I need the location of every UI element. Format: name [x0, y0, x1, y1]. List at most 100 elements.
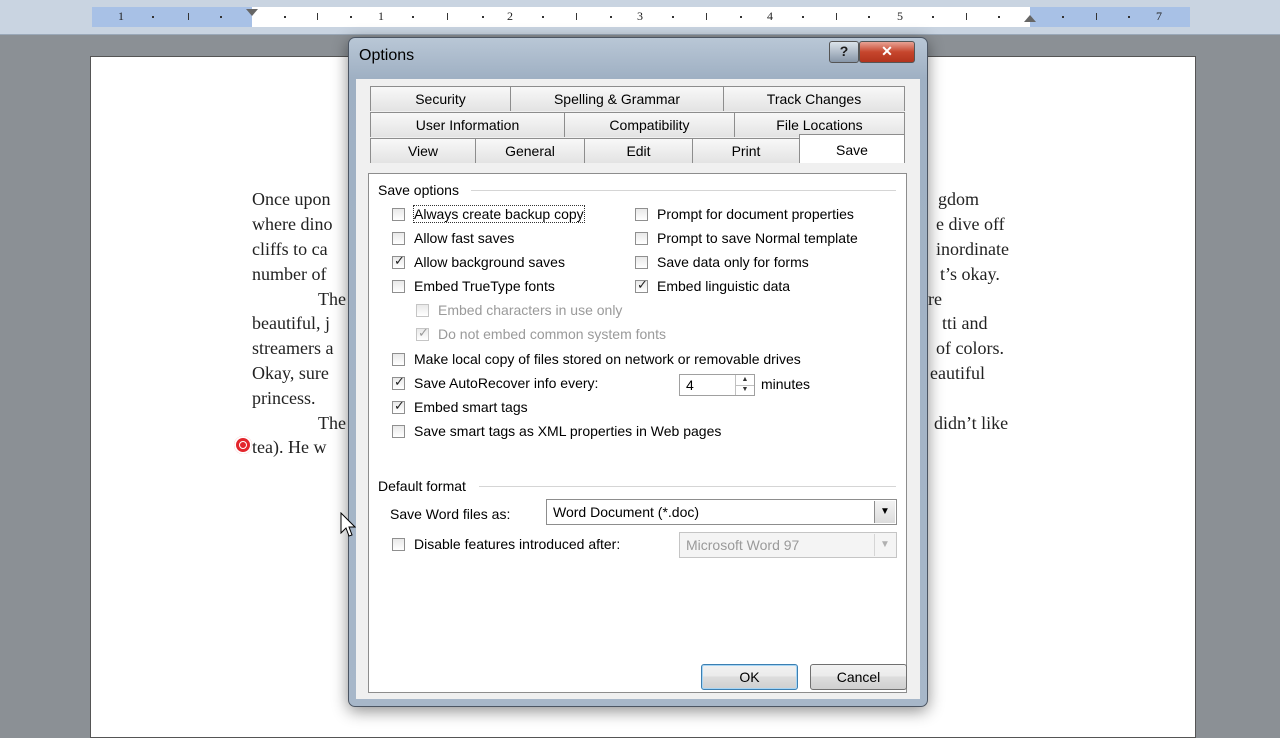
tab-compatibility[interactable]: Compatibility [564, 112, 735, 137]
checkbox-disable-features[interactable]: Disable features introduced after: [392, 536, 652, 556]
tab-security[interactable]: Security [370, 86, 511, 111]
checkbox-box[interactable] [635, 208, 648, 221]
tab-save[interactable]: Save [799, 134, 905, 163]
checkbox-label: Prompt for document properties [657, 206, 854, 222]
checkbox-label: Embed linguistic data [657, 278, 791, 294]
options-dialog: Options ? ✕ Security Spelling & Grammar … [348, 37, 928, 707]
checkbox-allow-background-saves[interactable]: Allow background saves [392, 254, 632, 274]
doc-text-line: gdom [938, 189, 980, 209]
checkbox-prompt-doc-properties[interactable]: Prompt for document properties [635, 206, 895, 226]
checkbox-box[interactable] [392, 280, 405, 293]
minutes-label: minutes [761, 376, 811, 392]
ruler-number: 4 [767, 9, 773, 23]
doc-text-line: tti and [942, 313, 988, 333]
doc-text-line: princess. [252, 388, 316, 408]
dialog-title: Options [359, 47, 415, 64]
checkbox-embed-smart-tags[interactable]: Embed smart tags [392, 399, 652, 419]
checkbox-label: Make local copy of files stored on netwo… [414, 351, 801, 367]
first-line-indent-marker[interactable] [246, 9, 258, 16]
checkbox-prompt-normal-template[interactable]: Prompt to save Normal template [635, 230, 895, 250]
doc-text-line: Once upon [252, 189, 331, 209]
ruler-track[interactable]: 1 1 2 3 4 5 7 [92, 7, 1190, 27]
doc-text-line: The [318, 413, 346, 433]
checkbox-box[interactable] [392, 208, 405, 221]
doc-text-line: beautiful, j [252, 313, 330, 333]
spinner-down-icon[interactable]: ▼ [736, 385, 754, 395]
checkbox-box[interactable] [392, 375, 405, 390]
checkbox-box[interactable] [392, 425, 405, 438]
tab-spelling-grammar[interactable]: Spelling & Grammar [510, 86, 724, 111]
checkbox-box[interactable] [392, 254, 405, 269]
checkbox-label: Allow fast saves [414, 230, 515, 246]
checkbox-label: Always create backup copy [413, 205, 585, 223]
ok-button[interactable]: OK [701, 664, 798, 690]
checkbox-local-copy[interactable]: Make local copy of files stored on netwo… [392, 351, 872, 371]
dialog-client-area: Security Spelling & Grammar Track Change… [356, 79, 920, 699]
checkbox-label: Save smart tags as XML properties in Web… [414, 423, 722, 439]
chevron-down-icon[interactable]: ▼ [874, 534, 895, 556]
ruler-number: 2 [507, 9, 513, 23]
chevron-down-icon[interactable]: ▼ [874, 501, 895, 523]
tab-print[interactable]: Print [692, 138, 800, 163]
checkbox-no-embed-system-fonts[interactable]: Do not embed common system fonts [416, 326, 696, 346]
tab-user-information[interactable]: User Information [370, 112, 565, 137]
tab-edit[interactable]: Edit [584, 138, 693, 163]
checkbox-label: Save AutoRecover info every: [414, 375, 599, 391]
checkbox-autorecover[interactable]: Save AutoRecover info every: [392, 375, 652, 395]
checkbox-always-backup[interactable]: Always create backup copy [392, 205, 632, 226]
checkbox-label: Disable features introduced after: [414, 536, 621, 552]
select-value: Microsoft Word 97 [686, 537, 800, 553]
checkbox-embed-linguistic[interactable]: Embed linguistic data [635, 278, 895, 298]
doc-text-line: The [318, 289, 346, 309]
doc-text-line: tea). He w [252, 437, 327, 457]
save-tab-panel: Save options Always create backup copy A… [368, 173, 907, 693]
checkbox-box[interactable] [635, 278, 648, 293]
doc-text-line: re [928, 289, 942, 309]
right-indent-marker[interactable] [1024, 15, 1036, 22]
tab-general[interactable]: General [475, 138, 585, 163]
checkbox-box[interactable] [416, 326, 429, 341]
checkbox-smart-tags-xml[interactable]: Save smart tags as XML properties in Web… [392, 423, 792, 443]
checkbox-label: Embed characters in use only [438, 302, 623, 318]
ruler-number: 3 [637, 9, 643, 23]
save-format-select[interactable]: Word Document (*.doc) ▼ [546, 499, 897, 525]
checkbox-save-data-forms[interactable]: Save data only for forms [635, 254, 895, 274]
checkbox-box[interactable] [635, 256, 648, 269]
checkbox-label: Do not embed common system fonts [438, 326, 666, 342]
select-value: Word Document (*.doc) [553, 504, 700, 520]
ruler-number: 7 [1156, 9, 1162, 23]
tab-view[interactable]: View [370, 138, 476, 163]
record-indicator-icon [234, 436, 252, 454]
help-button[interactable]: ? [829, 41, 859, 63]
checkbox-box[interactable] [392, 538, 405, 551]
close-button[interactable]: ✕ [859, 41, 915, 63]
checkbox-box[interactable] [392, 353, 405, 366]
checkbox-label: Prompt to save Normal template [657, 230, 858, 246]
checkbox-embed-truetype[interactable]: Embed TrueType fonts [392, 278, 632, 298]
autorecover-minutes-spinner[interactable]: 4 ▲ ▼ [679, 374, 755, 396]
checkbox-box[interactable] [635, 232, 648, 245]
ruler-number: 1 [378, 9, 384, 23]
ruler-number: 1 [118, 9, 124, 23]
cancel-button[interactable]: Cancel [810, 664, 907, 690]
checkbox-label: Embed smart tags [414, 399, 528, 415]
disable-features-version-select[interactable]: Microsoft Word 97 ▼ [679, 532, 897, 558]
doc-text-line: where dino [252, 214, 333, 234]
default-format-heading: Default format [378, 478, 466, 494]
checkbox-box[interactable] [392, 232, 405, 245]
checkbox-label: Embed TrueType fonts [414, 278, 555, 294]
checkbox-embed-chars-in-use[interactable]: Embed characters in use only [416, 302, 656, 322]
doc-text-line: cliffs to ca [252, 239, 328, 259]
tab-track-changes[interactable]: Track Changes [723, 86, 905, 111]
checkbox-box[interactable] [392, 399, 405, 414]
checkbox-box[interactable] [416, 304, 429, 317]
checkbox-label: Allow background saves [414, 254, 565, 270]
spinner-value: 4 [686, 377, 694, 393]
doc-text-line: streamers a [252, 338, 334, 358]
doc-text-line: eautiful [930, 363, 985, 383]
ruler: 1 1 2 3 4 5 7 [0, 0, 1280, 35]
mouse-pointer-icon [340, 512, 356, 537]
checkbox-allow-fast-saves[interactable]: Allow fast saves [392, 230, 632, 250]
doc-text-line: didn’t like [934, 413, 1009, 433]
doc-text-line: Okay, sure [252, 363, 329, 383]
